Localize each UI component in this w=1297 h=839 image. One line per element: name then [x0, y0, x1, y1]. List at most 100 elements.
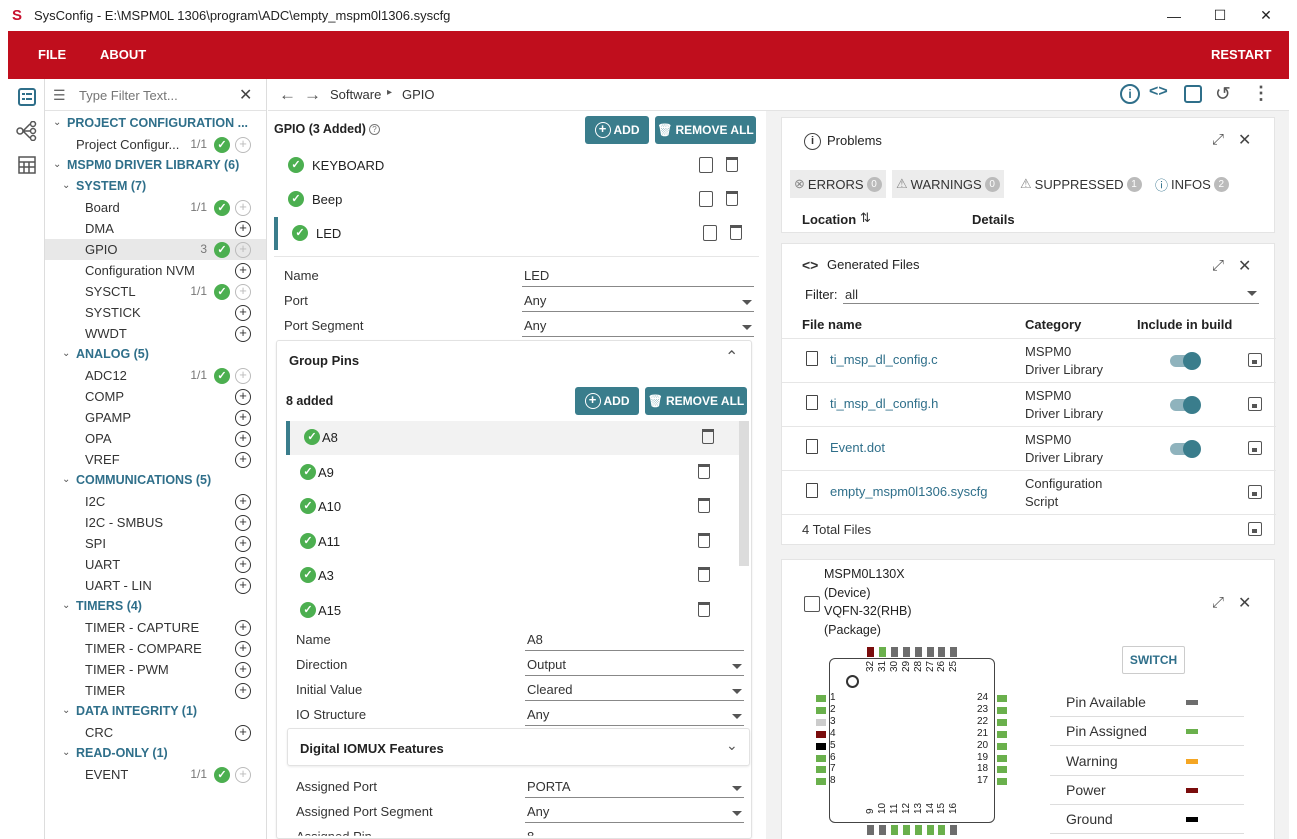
property-value-field[interactable]: PORTA: [525, 779, 744, 798]
tree-item[interactable]: Configuration NVM +: [45, 260, 266, 281]
chip-pin-marker[interactable]: [902, 825, 910, 835]
add-circle-icon[interactable]: +: [235, 641, 251, 657]
trash-icon[interactable]: [726, 157, 738, 172]
gpio-instance[interactable]: ✓ KEYBOARD: [274, 149, 749, 182]
tree-category[interactable]: ⌄ READ-ONLY (1): [45, 743, 266, 764]
copy-icon[interactable]: [699, 157, 713, 173]
help-icon[interactable]: ?: [369, 124, 380, 135]
add-circle-icon[interactable]: +: [235, 431, 251, 447]
chip-pin-marker[interactable]: [926, 825, 934, 835]
pin-row[interactable]: ✓ A11: [286, 525, 740, 559]
property-value-field[interactable]: 8: [525, 829, 744, 836]
tree-item[interactable]: SYSCTL 1/1 ✓ +: [45, 281, 266, 302]
add-circle-icon[interactable]: +: [235, 662, 251, 678]
chip-pin-marker[interactable]: [816, 706, 826, 714]
trash-icon[interactable]: [698, 532, 710, 548]
add-circle-icon[interactable]: +: [235, 263, 251, 279]
tree-category[interactable]: ⌄ DATA INTEGRITY (1): [45, 701, 266, 722]
chip-pin-marker[interactable]: [914, 647, 922, 657]
trash-icon[interactable]: [726, 191, 738, 206]
tree-item[interactable]: Project Configur... 1/1 ✓ +: [45, 134, 266, 155]
breadcrumb-root[interactable]: Software: [330, 87, 381, 102]
copy-icon[interactable]: [699, 191, 713, 207]
remove-all-pins-button[interactable]: 🗑 REMOVE ALL: [645, 387, 747, 415]
chip-pin-marker[interactable]: [914, 825, 922, 835]
chip-pin-marker[interactable]: [902, 647, 910, 657]
include-in-build-toggle[interactable]: [1170, 352, 1201, 370]
file-name-link[interactable]: ti_msp_dl_config.h: [830, 396, 938, 411]
file-name-link[interactable]: Event.dot: [830, 440, 885, 455]
sort-icon[interactable]: ⇅: [860, 210, 871, 226]
restart-button[interactable]: RESTART: [1211, 47, 1271, 62]
property-value-field[interactable]: Any: [525, 804, 744, 823]
clear-filter-icon[interactable]: ✕: [239, 85, 252, 105]
chip-pin-marker[interactable]: [867, 825, 874, 835]
tree-category[interactable]: ⌄ SYSTEM (7): [45, 176, 266, 197]
add-circle-icon[interactable]: +: [235, 515, 251, 531]
save-file-icon[interactable]: [1248, 485, 1262, 499]
chip-pin-marker[interactable]: [890, 647, 898, 657]
maximize-problems-icon[interactable]: ⤢: [1212, 131, 1224, 148]
tree-item[interactable]: EVENT 1/1 ✓ +: [45, 764, 266, 785]
tab-infos[interactable]: ⓘ INFOS 2: [1151, 170, 1233, 198]
tree-item[interactable]: GPAMP +: [45, 407, 266, 428]
history-icon[interactable]: ↺: [1215, 83, 1231, 106]
right-scrollbar[interactable]: [1277, 111, 1285, 839]
collapse-chevron-icon[interactable]: ⌃: [725, 347, 738, 367]
close-generated-icon[interactable]: ✕: [1238, 256, 1251, 276]
add-pin-button[interactable]: + ADD: [575, 387, 639, 415]
tree-item[interactable]: I2C - SMBUS +: [45, 512, 266, 533]
add-gpio-button[interactable]: + ADD: [585, 116, 649, 144]
save-file-icon[interactable]: [1248, 353, 1262, 367]
more-options-icon[interactable]: ⋮: [1252, 83, 1270, 104]
menu-file[interactable]: FILE: [38, 47, 66, 62]
tree-item[interactable]: CRC +: [45, 722, 266, 743]
back-arrow-icon[interactable]: ←: [279, 85, 296, 105]
close-problems-icon[interactable]: ✕: [1238, 130, 1251, 150]
trash-icon[interactable]: [730, 225, 742, 240]
chip-pin-marker[interactable]: [997, 695, 1007, 702]
add-circle-icon[interactable]: +: [235, 389, 251, 405]
remove-all-gpio-button[interactable]: 🗑 REMOVE ALL: [655, 116, 756, 144]
copy-icon[interactable]: [703, 225, 717, 241]
maximize-icon[interactable]: ☐: [1197, 0, 1243, 31]
tab-suppressed[interactable]: ⚠ SUPPRESSED 1: [1016, 170, 1146, 198]
module-list-icon[interactable]: [15, 85, 39, 109]
tree-item[interactable]: DMA +: [45, 218, 266, 239]
code-view-icon[interactable]: <>: [1149, 83, 1168, 101]
file-name-link[interactable]: empty_mspm0l1306.syscfg: [830, 484, 988, 499]
tree-category[interactable]: ⌄ MSPM0 DRIVER LIBRARY (6): [45, 155, 266, 176]
chip-pin-marker[interactable]: [816, 718, 826, 726]
chip-pin-marker[interactable]: [950, 647, 958, 657]
tree-item[interactable]: TIMER - CAPTURE +: [45, 617, 266, 638]
add-circle-icon[interactable]: +: [235, 284, 251, 300]
gpio-instance[interactable]: ✓ Beep: [274, 183, 749, 216]
property-value-field[interactable]: Cleared: [525, 682, 744, 701]
add-circle-icon[interactable]: +: [235, 242, 251, 258]
add-circle-icon[interactable]: +: [235, 620, 251, 636]
chip-pin-marker[interactable]: [926, 647, 934, 657]
chip-pin-marker[interactable]: [816, 778, 826, 786]
chip-pin-marker[interactable]: [938, 825, 946, 835]
tree-item[interactable]: UART +: [45, 554, 266, 575]
property-value-field[interactable]: A8: [525, 632, 744, 651]
property-value-field[interactable]: Output: [525, 657, 744, 676]
forward-arrow-icon[interactable]: →: [304, 85, 321, 105]
trash-icon[interactable]: [698, 498, 710, 514]
property-value-field[interactable]: Any: [522, 318, 754, 337]
add-circle-icon[interactable]: +: [235, 305, 251, 321]
add-circle-icon[interactable]: +: [235, 767, 251, 783]
chip-pin-marker[interactable]: [997, 742, 1007, 750]
tree-item[interactable]: OPA +: [45, 428, 266, 449]
hierarchy-icon[interactable]: [15, 119, 39, 143]
pin-row[interactable]: ✓ A10: [286, 490, 740, 524]
tree-category[interactable]: ⌄ ANALOG (5): [45, 344, 266, 365]
pinmux-table-icon[interactable]: [15, 153, 39, 177]
col-location[interactable]: Location: [802, 212, 856, 227]
add-circle-icon[interactable]: +: [235, 557, 251, 573]
chip-pin-marker[interactable]: [997, 706, 1007, 714]
close-window-icon[interactable]: ✕: [1243, 0, 1289, 31]
save-all-icon[interactable]: [1248, 522, 1262, 536]
chip-pin-marker[interactable]: [997, 730, 1007, 738]
tree-item[interactable]: GPIO 3 ✓ +: [45, 239, 266, 260]
